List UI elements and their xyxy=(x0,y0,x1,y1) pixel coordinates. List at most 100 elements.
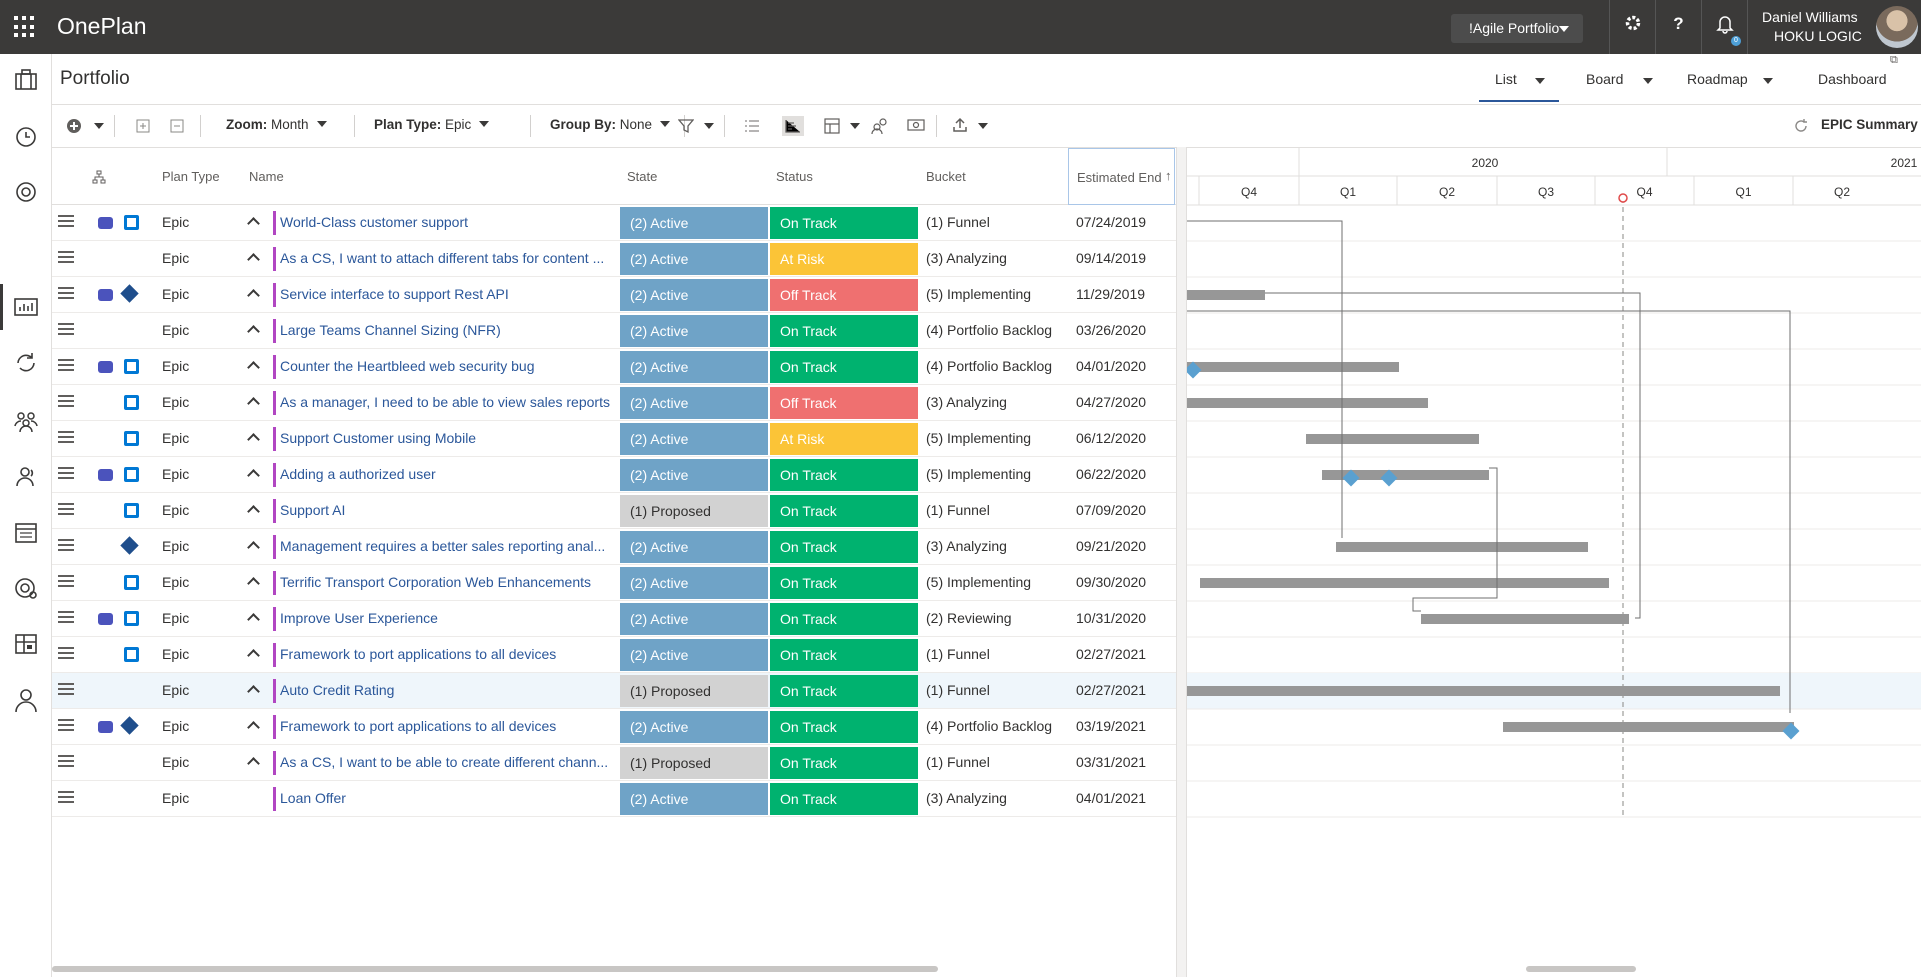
table-row[interactable]: Epic World-Class customer support (2) Acti… xyxy=(52,205,1176,241)
teams-icon[interactable] xyxy=(98,721,113,733)
clock-icon[interactable] xyxy=(12,122,40,150)
teams-icon[interactable] xyxy=(98,613,113,625)
name-link[interactable]: As a CS, I want to be able to create dif… xyxy=(280,754,610,770)
name-link[interactable]: Terrific Transport Corporation Web Enhan… xyxy=(280,574,610,590)
list-icon[interactable] xyxy=(744,119,760,133)
drag-handle-icon[interactable] xyxy=(58,323,74,338)
name-link[interactable]: Loan Offer xyxy=(280,790,610,806)
tab-board[interactable]: Board xyxy=(1586,71,1623,87)
name-link[interactable]: Improve User Experience xyxy=(280,610,610,626)
chevron-down-icon[interactable] xyxy=(850,123,860,129)
drag-handle-icon[interactable] xyxy=(58,791,74,806)
target-icon[interactable] xyxy=(12,178,40,206)
cycle-icon[interactable] xyxy=(12,349,40,377)
column-header-status[interactable]: Status xyxy=(776,169,813,184)
column-header-estimated-end-box[interactable]: Estimated End ↑ xyxy=(1068,148,1175,205)
state-cell[interactable]: (2) Active xyxy=(620,351,768,383)
column-header-state[interactable]: State xyxy=(627,169,657,184)
name-link[interactable]: Support Customer using Mobile xyxy=(280,430,610,446)
chevron-down-icon[interactable] xyxy=(1535,78,1545,84)
teams-icon[interactable] xyxy=(98,289,113,301)
state-cell[interactable]: (2) Active xyxy=(620,207,768,239)
state-cell[interactable]: (2) Active xyxy=(620,567,768,599)
expand-all-icon[interactable] xyxy=(136,119,150,133)
status-cell[interactable]: On Track xyxy=(770,639,918,671)
columns-icon[interactable] xyxy=(824,118,840,134)
table-row[interactable]: Epic Support AI (1) Proposed On Track (1) Fu… xyxy=(52,493,1176,529)
jira-icon[interactable] xyxy=(120,716,139,735)
status-cell[interactable]: On Track xyxy=(770,459,918,491)
table-row[interactable]: Epic Service interface to support Rest AP… xyxy=(52,277,1176,313)
chevron-up-icon[interactable] xyxy=(247,433,260,446)
azure-devops-icon[interactable] xyxy=(124,215,139,230)
name-link[interactable]: World-Class customer support xyxy=(280,214,610,230)
name-link[interactable]: Counter the Heartbleed web security bug xyxy=(280,358,610,374)
column-header-name[interactable]: Name xyxy=(249,169,284,184)
state-cell[interactable]: (2) Active xyxy=(620,783,768,815)
state-cell[interactable]: (2) Active xyxy=(620,423,768,455)
status-cell[interactable]: On Track xyxy=(770,603,918,635)
name-link[interactable]: Management requires a better sales repor… xyxy=(280,538,610,554)
chart-icon[interactable] xyxy=(12,293,40,321)
chevron-up-icon[interactable] xyxy=(247,541,260,554)
jira-icon[interactable] xyxy=(120,536,139,555)
name-link[interactable]: As a CS, I want to attach different tabs… xyxy=(280,250,610,266)
drag-handle-icon[interactable] xyxy=(58,431,74,446)
tab-list[interactable]: List xyxy=(1495,71,1517,87)
chevron-up-icon[interactable] xyxy=(247,721,260,734)
name-link[interactable]: Adding a authorized user xyxy=(280,466,610,482)
export-icon[interactable] xyxy=(952,117,968,133)
resource-icon[interactable] xyxy=(870,117,888,135)
drag-handle-icon[interactable] xyxy=(58,215,74,230)
table-row[interactable]: Epic Framework to port applications to al… xyxy=(52,709,1176,745)
pane-splitter[interactable] xyxy=(1176,147,1187,977)
state-cell[interactable]: (2) Active xyxy=(620,243,768,275)
status-cell[interactable]: On Track xyxy=(770,675,918,707)
group-by-dropdown[interactable]: Group By: None xyxy=(530,117,671,132)
status-cell[interactable]: On Track xyxy=(770,207,918,239)
drag-handle-icon[interactable] xyxy=(58,647,74,662)
chevron-up-icon[interactable] xyxy=(247,577,260,590)
state-cell[interactable]: (1) Proposed xyxy=(620,495,768,527)
table-row[interactable]: Epic Large Teams Channel Sizing (NFR) (2) … xyxy=(52,313,1176,349)
drag-handle-icon[interactable] xyxy=(58,251,74,266)
column-header-bucket[interactable]: Bucket xyxy=(926,169,966,184)
grid-horizontal-scrollbar[interactable] xyxy=(52,966,938,972)
azure-devops-icon[interactable] xyxy=(124,647,139,662)
chevron-down-icon[interactable] xyxy=(1763,78,1773,84)
drag-handle-icon[interactable] xyxy=(58,719,74,734)
teams-icon[interactable] xyxy=(98,469,113,481)
azure-devops-icon[interactable] xyxy=(124,503,139,518)
name-link[interactable]: Support AI xyxy=(280,502,610,518)
azure-devops-icon[interactable] xyxy=(124,395,139,410)
table-row[interactable]: Epic Auto Credit Rating (1) Proposed On Tra… xyxy=(52,673,1176,709)
status-cell[interactable]: On Track xyxy=(770,747,918,779)
status-cell[interactable]: On Track xyxy=(770,351,918,383)
state-cell[interactable]: (2) Active xyxy=(620,315,768,347)
hierarchy-icon[interactable] xyxy=(92,170,106,184)
column-header-plan-type[interactable]: Plan Type xyxy=(162,169,220,184)
table-row[interactable]: Epic Support Customer using Mobile (2) Act… xyxy=(52,421,1176,457)
state-cell[interactable]: (1) Proposed xyxy=(620,675,768,707)
state-cell[interactable]: (2) Active xyxy=(620,279,768,311)
status-cell[interactable]: On Track xyxy=(770,783,918,815)
table-row[interactable]: Epic Adding a authorized user (2) Active On… xyxy=(52,457,1176,493)
chevron-up-icon[interactable] xyxy=(247,289,260,302)
status-cell[interactable]: Off Track xyxy=(770,279,918,311)
status-cell[interactable]: Off Track xyxy=(770,387,918,419)
drag-handle-icon[interactable] xyxy=(58,359,74,374)
chevron-up-icon[interactable] xyxy=(247,217,260,230)
chevron-up-icon[interactable] xyxy=(247,253,260,266)
teams-icon[interactable] xyxy=(98,361,113,373)
azure-devops-icon[interactable] xyxy=(124,467,139,482)
chevron-up-icon[interactable] xyxy=(247,757,260,770)
drag-handle-icon[interactable] xyxy=(58,611,74,626)
gantt-icon[interactable] xyxy=(782,116,804,136)
drag-handle-icon[interactable] xyxy=(58,503,74,518)
state-cell[interactable]: (2) Active xyxy=(620,459,768,491)
name-link[interactable]: Large Teams Channel Sizing (NFR) xyxy=(280,322,610,338)
table-row[interactable]: Epic Counter the Heartbleed web security … xyxy=(52,349,1176,385)
settings-button[interactable] xyxy=(1609,0,1655,54)
help-button[interactable]: ? xyxy=(1655,0,1701,54)
state-cell[interactable]: (2) Active xyxy=(620,603,768,635)
